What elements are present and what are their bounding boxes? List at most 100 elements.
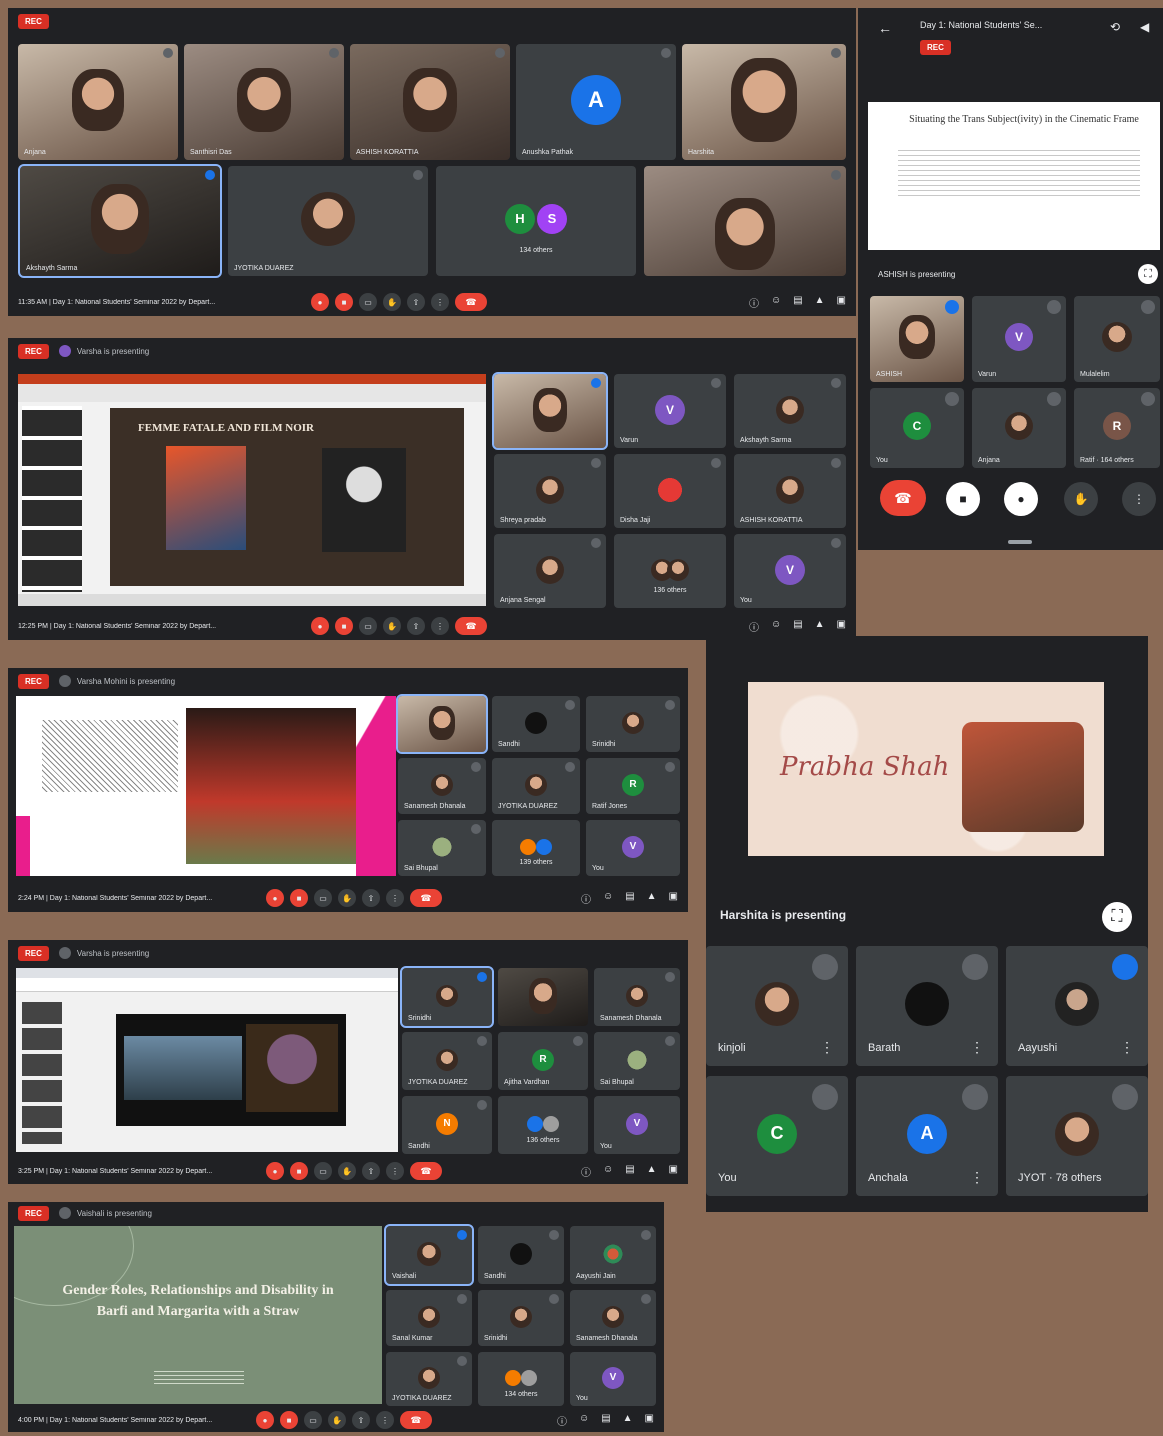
participant-tile[interactable]: Aayushi ⋮	[1006, 946, 1148, 1066]
people-icon[interactable]: ☺	[603, 1164, 613, 1179]
participant-tile[interactable]: Anjana	[18, 44, 178, 160]
info-icon[interactable]: ⓘ	[749, 295, 759, 310]
more-icon[interactable]: ⋮	[431, 617, 449, 635]
present-icon[interactable]: ⇧	[352, 1411, 370, 1429]
participant-tile[interactable]: Anjana Sengal	[494, 534, 606, 608]
chat-icon[interactable]: ▤	[793, 295, 802, 310]
participant-tile[interactable]: Srinidhi	[586, 696, 680, 752]
people-icon[interactable]: ☺	[603, 891, 613, 906]
participant-tile[interactable]: Akshayth Sarma	[734, 374, 846, 448]
people-icon[interactable]: ☺	[771, 295, 781, 310]
raise-hand-icon[interactable]: ✋	[328, 1411, 346, 1429]
participant-tile[interactable]: Sandhi	[492, 696, 580, 752]
participant-tile[interactable]: Santhisri Das	[184, 44, 344, 160]
participant-tile[interactable]: V You	[586, 820, 680, 876]
activities-icon[interactable]: ▲	[647, 891, 657, 906]
participant-tile[interactable]: H S 134 others	[436, 166, 636, 276]
participant-tile[interactable]: 134 others	[478, 1352, 564, 1406]
info-icon[interactable]: ⓘ	[557, 1413, 567, 1428]
participant-tile[interactable]: Disha Jaji	[614, 454, 726, 528]
participant-tile[interactable]: Srinidhi	[400, 966, 494, 1028]
participant-tile[interactable]: Sanal Kumar	[386, 1290, 472, 1346]
mic-icon[interactable]: ●	[256, 1411, 274, 1429]
participant-tile[interactable]: V You	[570, 1352, 656, 1406]
chat-icon[interactable]: ▤	[601, 1413, 610, 1428]
participant-tile[interactable]: Srinidhi	[478, 1290, 564, 1346]
more-icon[interactable]: ⋮	[1120, 1039, 1134, 1056]
participant-tile[interactable]: R Ratif Jones	[586, 758, 680, 814]
participant-tile[interactable]: JYOTIKA DUAREZ	[492, 758, 580, 814]
raise-hand-icon[interactable]: ✋	[338, 889, 356, 907]
more-icon[interactable]: ⋮	[820, 1039, 834, 1056]
more-icon[interactable]: ⋮	[1122, 482, 1156, 516]
participant-tile[interactable]: V Varun	[972, 296, 1066, 382]
lock-icon[interactable]: ▣	[669, 891, 678, 906]
chat-icon[interactable]: ▤	[625, 1164, 634, 1179]
activities-icon[interactable]: ▲	[815, 295, 825, 310]
camera-icon[interactable]: ■	[290, 1162, 308, 1180]
hang-up-icon[interactable]: ☎	[455, 617, 487, 635]
switch-camera-icon[interactable]: ⟲	[1110, 20, 1120, 34]
camera-icon[interactable]: ■	[280, 1411, 298, 1429]
camera-icon[interactable]: ■	[335, 293, 353, 311]
participant-tile[interactable]	[644, 166, 846, 276]
speaker-icon[interactable]: ◀	[1140, 20, 1149, 34]
participant-tile[interactable]: Akshayth Sarma	[18, 164, 222, 278]
present-icon[interactable]: ⇧	[362, 889, 380, 907]
hang-up-icon[interactable]: ☎	[880, 480, 926, 516]
participant-tile[interactable]: Sai Bhupal	[398, 820, 486, 876]
chat-icon[interactable]: ▤	[625, 891, 634, 906]
participant-tile[interactable]: 139 others	[492, 820, 580, 876]
mic-icon[interactable]: ●	[311, 293, 329, 311]
lock-icon[interactable]: ▣	[645, 1413, 654, 1428]
participant-tile[interactable]: JYOTIKA DUAREZ	[386, 1352, 472, 1406]
participant-tile[interactable]	[492, 372, 608, 450]
people-icon[interactable]: ☺	[579, 1413, 589, 1428]
participant-tile[interactable]: Anjana	[972, 388, 1066, 468]
participant-tile[interactable]: Vaishali	[384, 1224, 474, 1286]
raise-hand-icon[interactable]: ✋	[338, 1162, 356, 1180]
participant-tile[interactable]	[396, 694, 488, 754]
participant-tile[interactable]: Shreya pradab	[494, 454, 606, 528]
more-icon[interactable]: ⋮	[970, 1039, 984, 1056]
camera-icon[interactable]: ■	[290, 889, 308, 907]
info-icon[interactable]: ⓘ	[581, 1164, 591, 1179]
mic-icon[interactable]: ●	[311, 617, 329, 635]
participant-tile[interactable]: V You	[594, 1096, 680, 1154]
participant-tile[interactable]: A Anushka Pathak	[516, 44, 676, 160]
participant-tile[interactable]: Harshita	[682, 44, 846, 160]
activities-icon[interactable]: ▲	[623, 1413, 633, 1428]
fullscreen-icon[interactable]: ⛶	[1138, 264, 1158, 284]
hang-up-icon[interactable]: ☎	[410, 1162, 442, 1180]
info-icon[interactable]: ⓘ	[581, 891, 591, 906]
more-icon[interactable]: ⋮	[386, 1162, 404, 1180]
activities-icon[interactable]: ▲	[815, 619, 825, 634]
participant-tile[interactable]: A Anchala ⋮	[856, 1076, 998, 1196]
chat-icon[interactable]: ▤	[793, 619, 802, 634]
participant-tile[interactable]: ASHISH	[870, 296, 964, 382]
participant-tile[interactable]: Sanamesh Dhanala	[570, 1290, 656, 1346]
participant-tile[interactable]: V Varun	[614, 374, 726, 448]
back-arrow-icon[interactable]: ←	[878, 20, 892, 36]
lock-icon[interactable]: ▣	[669, 1164, 678, 1179]
participant-tile[interactable]: Sai Bhupal	[594, 1032, 680, 1090]
lock-icon[interactable]: ▣	[837, 619, 846, 634]
camera-icon[interactable]: ■	[335, 617, 353, 635]
participant-tile[interactable]: Mulalelim	[1074, 296, 1160, 382]
participant-tile[interactable]: C You	[706, 1076, 848, 1196]
hang-up-icon[interactable]: ☎	[410, 889, 442, 907]
people-icon[interactable]: ☺	[771, 619, 781, 634]
more-icon[interactable]: ⋮	[970, 1169, 984, 1186]
participant-tile[interactable]: ASHISH KORATTIA	[734, 454, 846, 528]
mic-off-icon[interactable]: ●	[1004, 482, 1038, 516]
more-icon[interactable]: ⋮	[376, 1411, 394, 1429]
captions-icon[interactable]: ▭	[359, 293, 377, 311]
participant-tile[interactable]: N Sandhi	[402, 1096, 492, 1154]
participant-tile[interactable]: Aayushi Jain	[570, 1226, 656, 1284]
present-icon[interactable]: ⇧	[362, 1162, 380, 1180]
mic-icon[interactable]: ●	[266, 1162, 284, 1180]
more-icon[interactable]: ⋮	[431, 293, 449, 311]
participant-tile[interactable]: JYOTIKA DUAREZ	[228, 166, 428, 276]
info-icon[interactable]: ⓘ	[749, 619, 759, 634]
fullscreen-icon[interactable]: ⛶	[1102, 902, 1132, 932]
